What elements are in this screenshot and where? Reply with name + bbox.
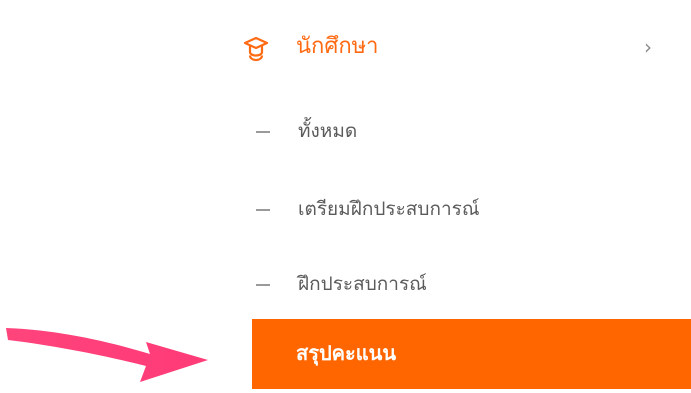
sidebar-item-label: สรุปคะแนน <box>296 341 396 365</box>
chevron-right-icon: › <box>644 35 652 59</box>
sidebar-item-all[interactable]: ทั้งหมด <box>252 112 672 152</box>
sidebar-item-internship[interactable]: ฝึกประสบการณ์ <box>252 265 672 305</box>
dash-icon <box>256 209 270 211</box>
screenshot-stage: ู ู ุ นักศึกษา › ทั้งหมด เตรียมฝึกประสบก… <box>0 0 691 393</box>
graduation-cap-icon <box>243 36 269 62</box>
sidebar-item-label: ฝึกประสบการณ์ <box>298 273 427 295</box>
cropped-top-text: ู ู ุ <box>0 0 691 8</box>
sidebar-item-label: ทั้งหมด <box>298 120 358 142</box>
pointer-arrow-icon <box>6 328 208 382</box>
dash-icon <box>256 284 270 286</box>
sidebar-item-score-summary[interactable]: สรุปคะแนน <box>252 319 691 389</box>
dash-icon <box>256 131 270 133</box>
sidebar-item-pre-internship[interactable]: เตรียมฝึกประสบการณ์ <box>252 190 672 230</box>
sidebar-section-students[interactable]: นักศึกษา › <box>232 22 662 74</box>
sidebar-section-label: นักศึกษา <box>296 34 379 59</box>
sidebar-item-label: เตรียมฝึกประสบการณ์ <box>298 198 480 220</box>
